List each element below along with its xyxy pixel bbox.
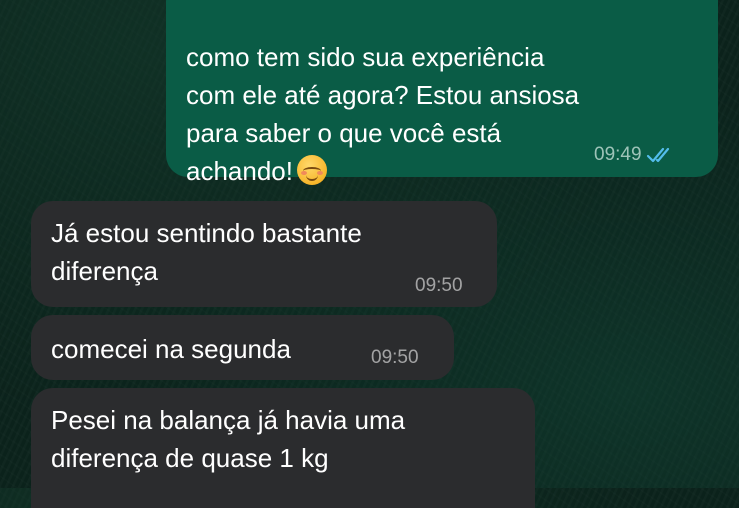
message-meta: 09:49 xyxy=(594,145,674,165)
message-bubble-incoming[interactable]: comecei na segunda 09:50 xyxy=(31,315,454,380)
message-time: 09:50 xyxy=(415,275,463,296)
message-time: 09:49 xyxy=(594,144,642,165)
smiling-face-emoji-icon xyxy=(296,155,327,185)
chat-conversation: como tem sido sua experiência com ele at… xyxy=(0,0,739,508)
message-text: Pesei na balança já havia uma diferença … xyxy=(51,405,406,473)
double-check-icon xyxy=(646,147,669,163)
message-text-content: como tem sido sua experiência com ele at… xyxy=(186,42,580,186)
message-text: comecei na segunda xyxy=(51,334,291,364)
message-meta: 09:50 xyxy=(415,276,463,296)
message-bubble-incoming[interactable]: Pesei na balança já havia uma diferença … xyxy=(31,388,535,508)
message-bubble-outgoing[interactable]: como tem sido sua experiência com ele at… xyxy=(166,0,718,186)
message-time: 09:50 xyxy=(371,347,419,368)
message-bubble-incoming[interactable]: Já estou sentindo bastante diferença 09:… xyxy=(31,201,497,307)
message-meta: 09:50 xyxy=(371,348,419,368)
